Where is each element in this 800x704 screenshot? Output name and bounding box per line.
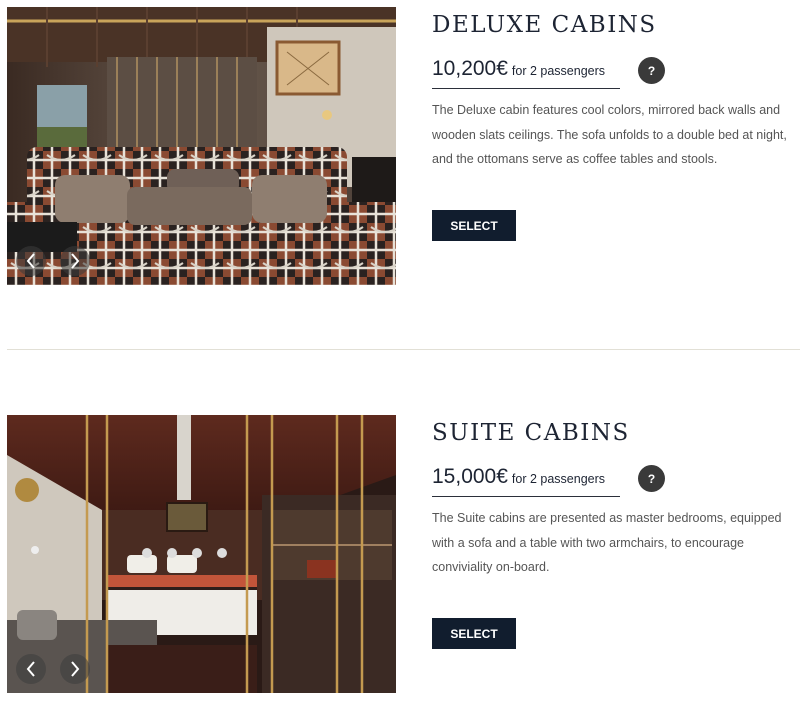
- cabin-description: The Suite cabins are presented as master…: [432, 511, 782, 574]
- cabin-title: DELUXE CABINS: [432, 12, 657, 38]
- chevron-right-icon: [71, 661, 80, 677]
- select-button[interactable]: SELECT: [432, 210, 516, 241]
- price-suffix: for 2 passengers: [511, 472, 606, 486]
- price-suffix: for 2 passengers: [511, 64, 606, 78]
- carousel-next-button[interactable]: [60, 246, 90, 276]
- price-help-button[interactable]: ?: [638, 57, 665, 84]
- carousel-prev-button[interactable]: [16, 246, 46, 276]
- price-value: 15,000€: [432, 465, 508, 488]
- cabin-card-suite: SUITE CABINS 15,000€ for 2 passengers ? T…: [0, 415, 800, 693]
- cabin-description: The Deluxe cabin features cool colors, m…: [432, 103, 787, 166]
- price-box: 15,000€ for 2 passengers: [432, 465, 620, 497]
- price-value: 10,200€: [432, 57, 508, 80]
- cabin-info: DELUXE CABINS 10,200€ for 2 passengers ? …: [432, 7, 792, 241]
- chevron-left-icon: [26, 253, 35, 269]
- suite-cabin-photo: [7, 415, 396, 693]
- select-button[interactable]: SELECT: [432, 618, 516, 649]
- cabin-title: SUITE CABINS: [432, 420, 630, 446]
- chevron-left-icon: [26, 661, 35, 677]
- price-box: 10,200€ for 2 passengers: [432, 57, 620, 89]
- section-divider: [7, 349, 800, 350]
- price-help-button[interactable]: ?: [638, 465, 665, 492]
- carousel-prev-button[interactable]: [16, 654, 46, 684]
- price-row: 15,000€ for 2 passengers ?: [432, 465, 792, 497]
- price-row: 10,200€ for 2 passengers ?: [432, 57, 792, 89]
- carousel-next-button[interactable]: [60, 654, 90, 684]
- cabin-info: SUITE CABINS 15,000€ for 2 passengers ? T…: [432, 415, 792, 649]
- chevron-right-icon: [71, 253, 80, 269]
- cabin-card-deluxe: DELUXE CABINS 10,200€ for 2 passengers ? …: [0, 7, 800, 285]
- deluxe-cabin-photo: [7, 7, 396, 285]
